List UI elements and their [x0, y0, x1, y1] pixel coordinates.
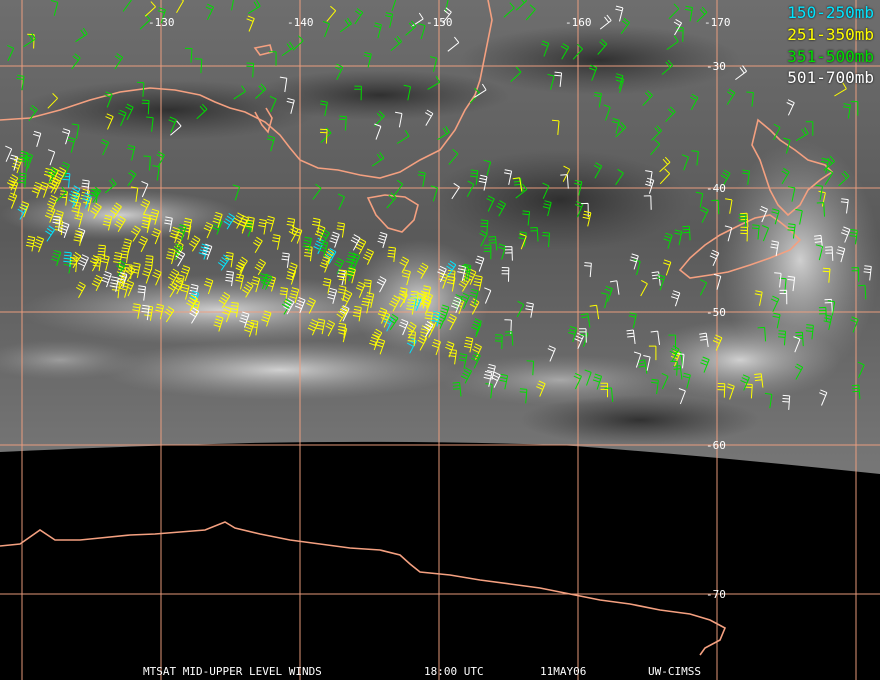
lat-label: -40: [706, 182, 726, 195]
map-canvas: -130 -140 -150 -160 -170 -30 -40 -50 -60…: [0, 0, 880, 680]
lon-label: -140: [287, 16, 314, 29]
caption-title: MTSAT MID-UPPER LEVEL WINDS: [143, 665, 322, 678]
caption-credit: UW-CIMSS: [648, 665, 701, 678]
caption-time: 18:00 UTC: [424, 665, 484, 678]
lat-label: -70: [706, 588, 726, 601]
lon-label: -170: [704, 16, 731, 29]
caption-date: 11MAY06: [540, 665, 587, 678]
antarctica-coast: [0, 521, 727, 656]
satellite-wind-map: -130 -140 -150 -160 -170 -30 -40 -50 -60…: [0, 0, 880, 680]
legend-251-350mb: 251-350mb: [787, 25, 874, 44]
image-caption: MTSAT MID-UPPER LEVEL WINDS 18:00 UTC 11…: [0, 664, 880, 680]
legend-150-250mb: 150-250mb: [787, 3, 874, 22]
lon-label: -130: [148, 16, 175, 29]
legend-501-700mb: 501-700mb: [787, 68, 874, 87]
lon-label: -150: [426, 16, 453, 29]
lat-label: -50: [706, 306, 726, 319]
lon-label: -160: [565, 16, 592, 29]
lat-label: -30: [706, 60, 726, 73]
lat-label: -60: [706, 439, 726, 452]
legend-351-500mb: 351-500mb: [787, 47, 874, 66]
